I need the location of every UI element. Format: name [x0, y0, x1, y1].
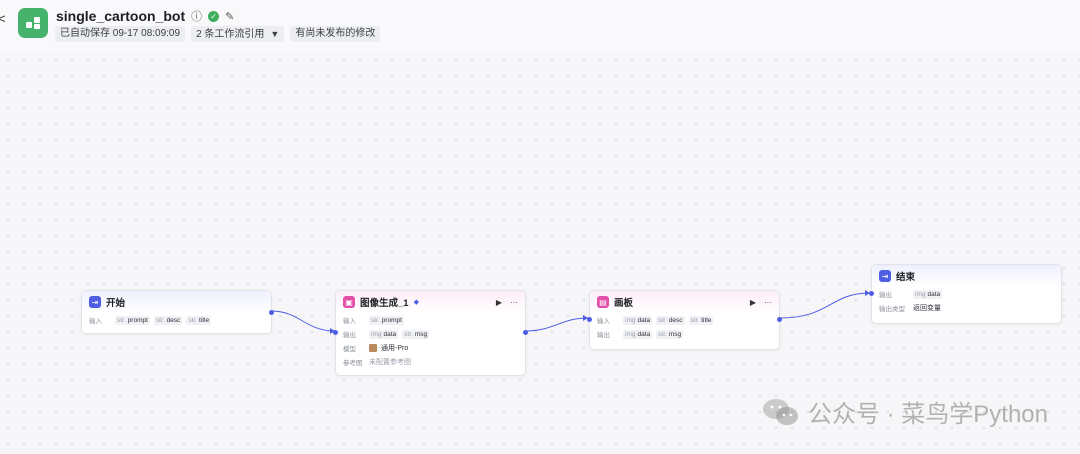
- more-icon[interactable]: ···: [510, 298, 518, 307]
- output-label: 输出: [879, 292, 892, 299]
- end-node[interactable]: ⇥ 结束 输出 img data 输出类型 返回变量: [869, 264, 1062, 324]
- variable-tag: img data: [623, 329, 653, 339]
- edge-canvas-to-end: [779, 292, 871, 319]
- variable-tag: str. msg: [656, 329, 684, 339]
- edge-start-to-image: [270, 310, 336, 332]
- start-icon: ⇥: [89, 296, 101, 308]
- model-value: 通用-Pro: [381, 345, 409, 352]
- workflow-edges: [270, 290, 871, 334]
- watermark-text: 公众号 · 菜鸟学Python: [807, 401, 1048, 428]
- node-title: 开始: [106, 298, 126, 309]
- node-title: 画板: [614, 298, 634, 309]
- variable-tag: str. desc: [153, 315, 183, 325]
- end-icon: ⇥: [879, 270, 891, 282]
- output-type-label: 输出类型: [879, 306, 905, 313]
- node-title: 图像生成_1: [360, 298, 409, 309]
- variable-tag: str. title: [688, 315, 714, 325]
- variable-tag: img data: [623, 315, 653, 325]
- variable-tag: str. msg: [402, 329, 430, 339]
- input-port[interactable]: [587, 317, 592, 322]
- output-label: 输出: [597, 332, 610, 339]
- input-label: 输入: [89, 318, 102, 325]
- variable-tag: str. prompt: [369, 315, 404, 325]
- variable-tag: str. prompt: [115, 315, 150, 325]
- input-label: 输入: [597, 318, 610, 325]
- canvas-node[interactable]: ▤ 画板 ▶ ··· 输入 img data str. desc str. title…: [587, 290, 782, 350]
- variable-tag: img data: [369, 329, 399, 339]
- image-gen-node[interactable]: ▣ 图像生成_1 ◆ ▶ ··· 输入 str. prompt 输出 img dat…: [333, 290, 528, 376]
- variable-tag: img data: [913, 289, 943, 299]
- run-icon[interactable]: ▶: [750, 298, 756, 307]
- reference-label: 参考图: [343, 360, 363, 367]
- model-thumbnail-icon: [369, 344, 377, 352]
- start-node[interactable]: ⇥ 开始 输入 str. prompt str. desc str. title: [81, 290, 274, 334]
- more-icon[interactable]: ···: [764, 298, 772, 307]
- output-port[interactable]: [777, 317, 782, 322]
- input-port[interactable]: [869, 291, 874, 296]
- output-label: 输出: [343, 332, 356, 339]
- model-label: 模型: [343, 346, 356, 353]
- input-label: 输入: [343, 318, 356, 325]
- output-port[interactable]: [269, 310, 274, 315]
- variable-tag: str. desc: [656, 315, 685, 325]
- output-port[interactable]: [523, 330, 528, 335]
- badge-icon: ◆: [413, 299, 419, 306]
- reference-value: 未配置参考图: [369, 359, 411, 366]
- wechat-icon: [762, 398, 798, 425]
- run-icon[interactable]: ▶: [496, 298, 502, 307]
- variable-tag: str. title: [186, 315, 212, 325]
- edge-image-to-canvas: [524, 317, 589, 332]
- input-port[interactable]: [333, 330, 338, 335]
- watermark: 公众号 · 菜鸟学Python: [762, 394, 1048, 429]
- image-gen-icon: ▣: [343, 296, 355, 308]
- output-type-value: 返回变量: [913, 305, 941, 312]
- canvas-icon: ▤: [597, 296, 609, 308]
- node-title: 结束: [896, 272, 916, 283]
